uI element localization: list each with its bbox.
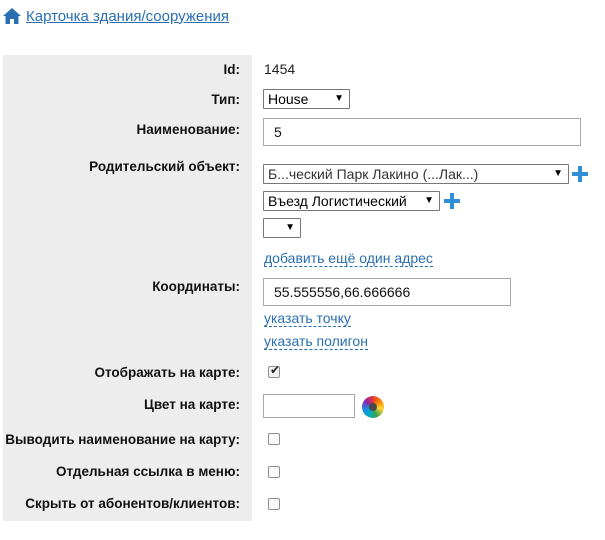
map-color-input[interactable] (263, 394, 355, 418)
set-point-link[interactable]: указать точку (264, 310, 351, 327)
color-wheel-center (369, 403, 377, 411)
type-label: Тип: (211, 92, 240, 107)
set-polygon-link[interactable]: указать полигон (264, 333, 368, 350)
coords-input-value: 55.555556,66.666666 (274, 284, 411, 300)
show-name-on-map-checkbox[interactable] (268, 433, 280, 445)
add-street-plus-icon[interactable] (444, 193, 460, 209)
breadcrumb: Карточка здания/сооружения (2, 6, 229, 26)
show-on-map-checkbox[interactable]: ✔ (268, 363, 281, 378)
map-color-label: Цвет на карте: (143, 397, 240, 412)
chevron-down-icon: ▼ (334, 93, 344, 104)
add-address-link[interactable]: добавить ещё один адрес (264, 250, 433, 267)
label-column: Id: Тип: Наименование: Родительский объе… (3, 55, 252, 521)
show-name-on-map-label: Выводить наименование на карту: (5, 432, 240, 447)
parent-object-select[interactable]: Б...ческий Парк Лакино (...Лак...) ▼ (263, 164, 569, 184)
house-number-select[interactable]: ▼ (263, 218, 301, 238)
parent-label: Родительский объект: (89, 159, 240, 174)
chevron-down-icon: ▼ (285, 222, 295, 233)
chevron-down-icon: ▼ (424, 195, 434, 206)
separate-link-checkbox[interactable] (268, 466, 280, 478)
id-value: 1454 (264, 61, 296, 77)
coords-input[interactable]: 55.555556,66.666666 (263, 278, 511, 306)
type-select-value: House (268, 91, 309, 107)
type-select[interactable]: House ▼ (263, 89, 350, 109)
name-input-value: 5 (274, 124, 282, 140)
name-label: Наименование: (136, 122, 240, 137)
add-parent-plus-icon[interactable] (572, 166, 588, 182)
coords-label: Координаты: (152, 279, 240, 294)
chevron-down-icon: ▼ (553, 168, 563, 179)
checkmark-icon: ✔ (270, 363, 281, 377)
street-select-value: Въезд Логистический (268, 193, 407, 209)
parent-object-select-value: Б...ческий Парк Лакино (...Лак...) (268, 166, 479, 182)
street-select[interactable]: Въезд Логистический ▼ (263, 191, 440, 211)
separate-link-label: Отдельная ссылка в меню: (55, 464, 240, 479)
show-on-map-label: Отображать на карте: (94, 365, 240, 380)
hide-from-subscribers-checkbox[interactable] (268, 498, 280, 510)
color-wheel-icon[interactable] (362, 396, 384, 418)
id-label: Id: (223, 62, 241, 77)
breadcrumb-building-card-link[interactable]: Карточка здания/сооружения (26, 8, 229, 25)
name-input[interactable]: 5 (263, 118, 581, 146)
home-icon[interactable] (2, 6, 22, 26)
hide-from-subscribers-label: Скрыть от абонентов/клиентов: (25, 496, 240, 511)
building-card-page: Карточка здания/сооружения Id: Тип: Наим… (0, 0, 605, 540)
